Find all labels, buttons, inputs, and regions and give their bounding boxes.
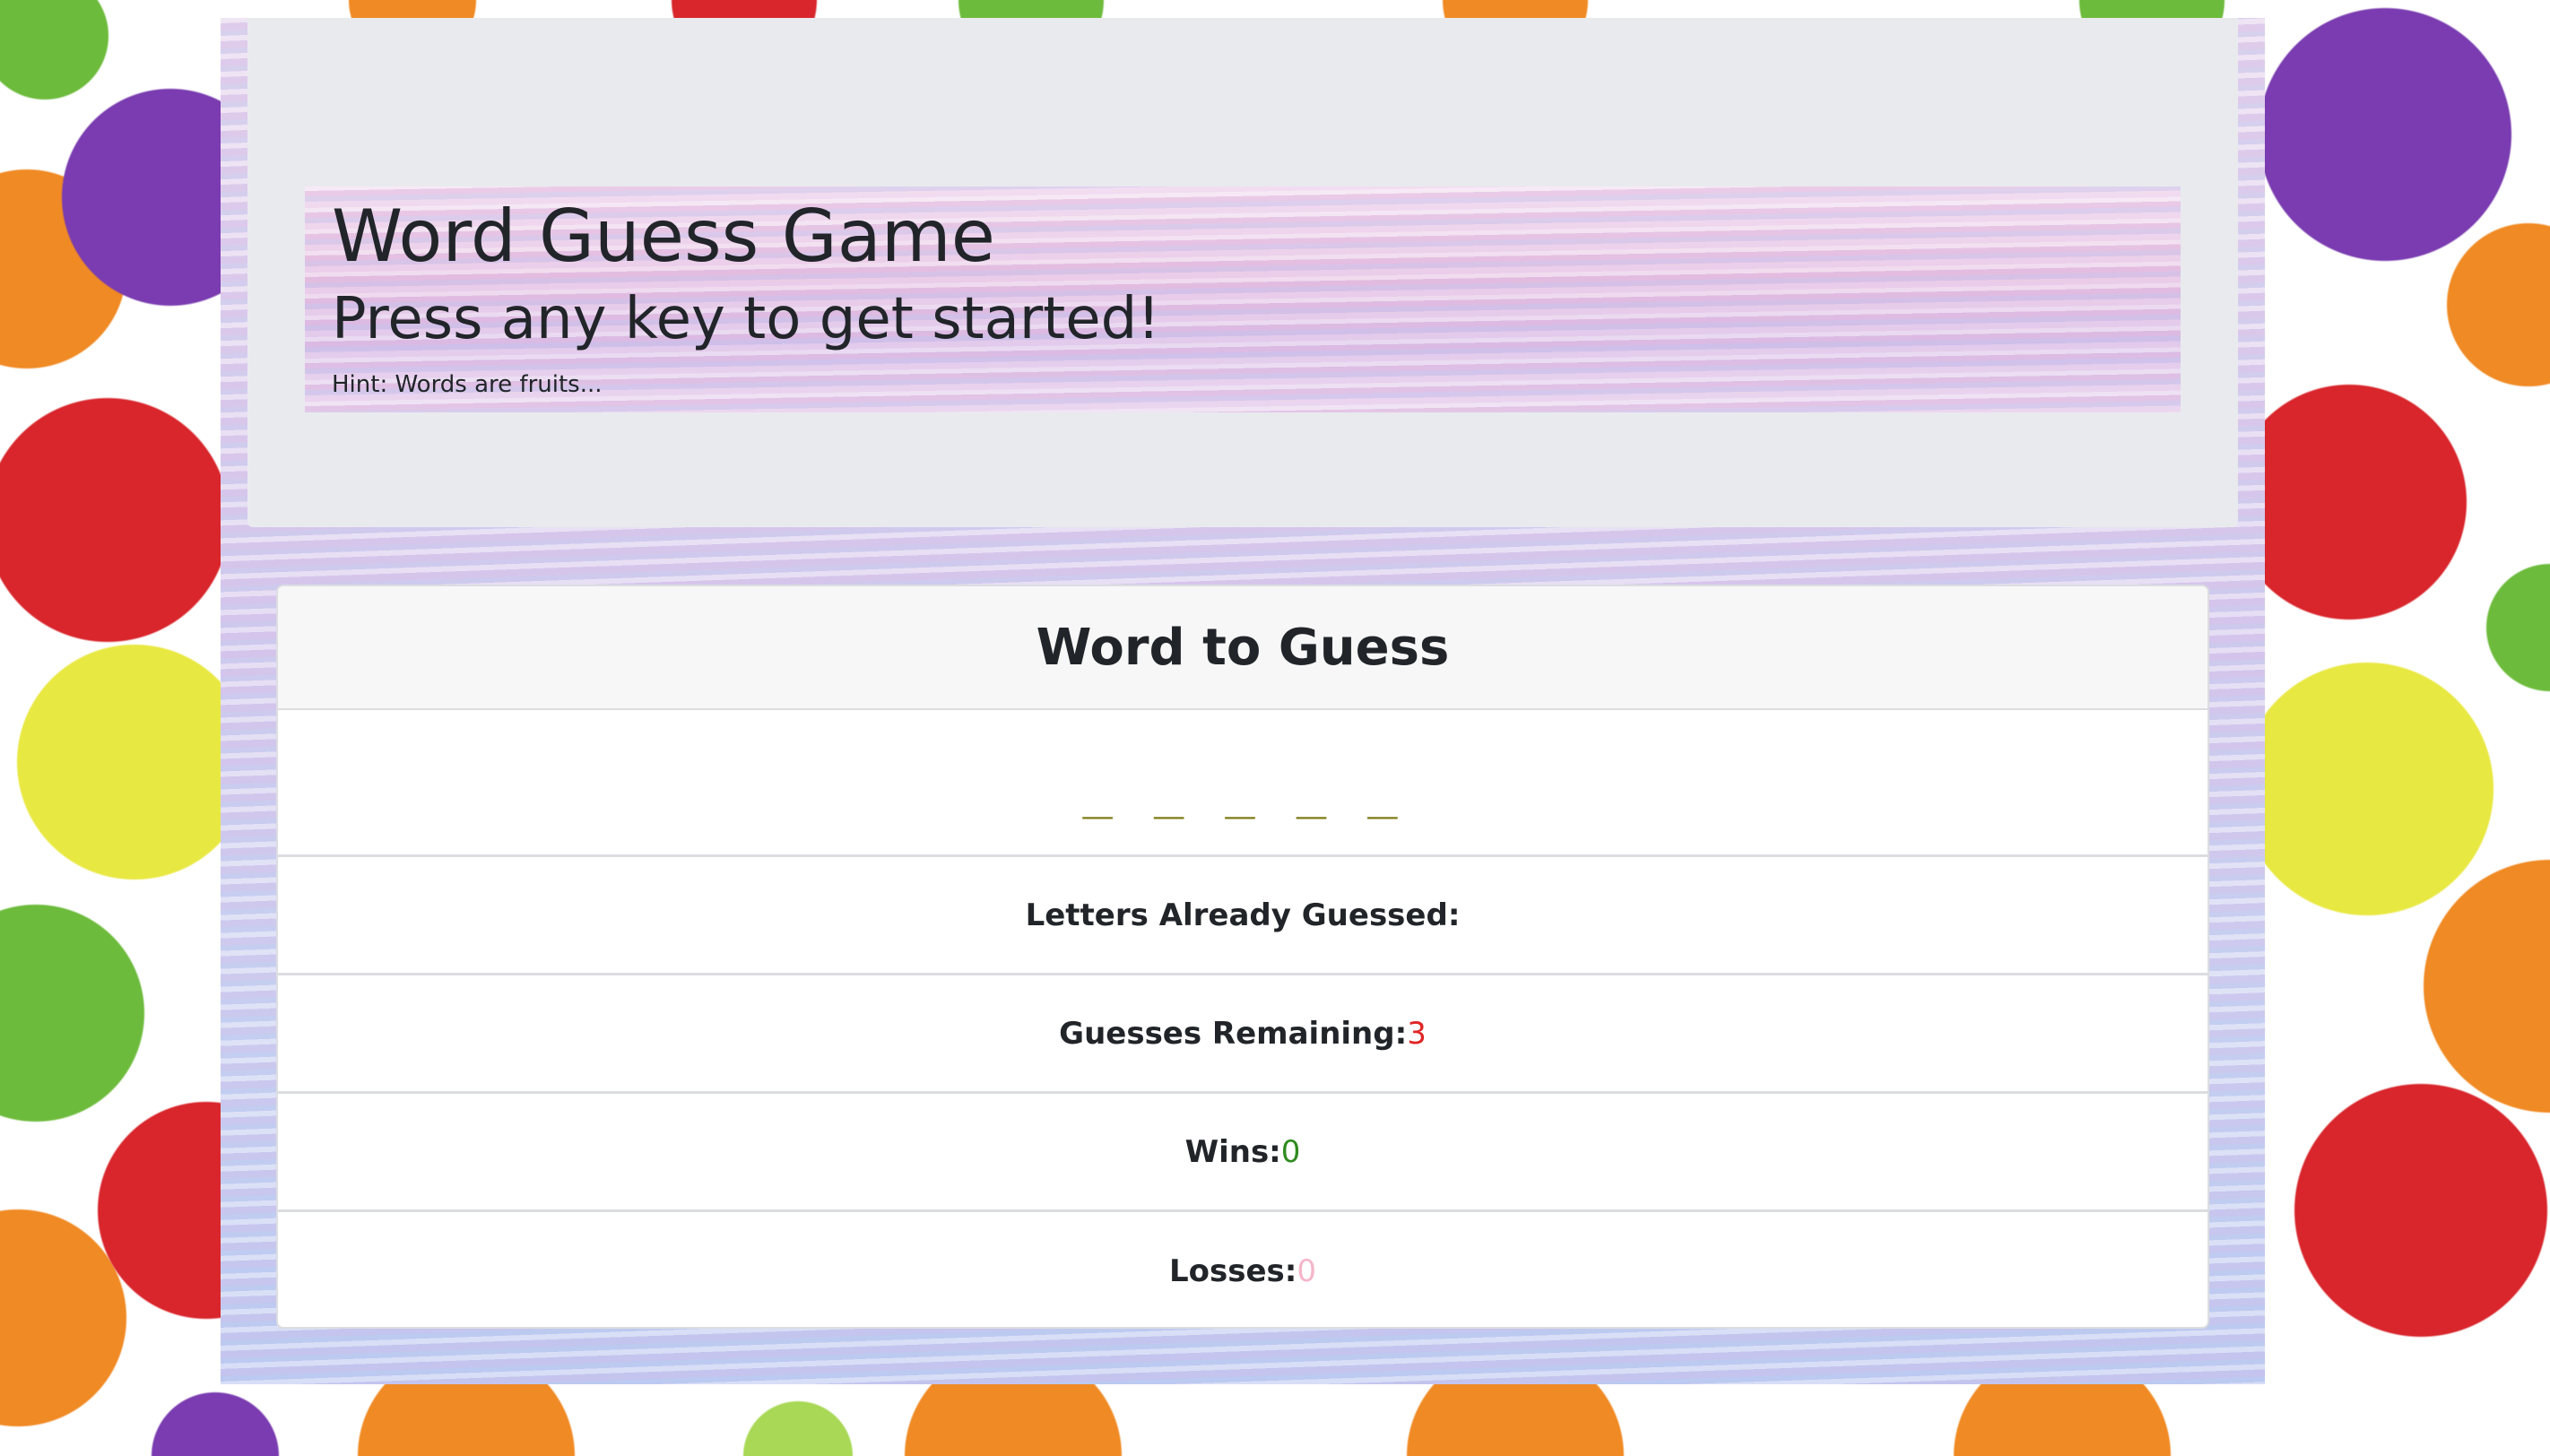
losses-value: 0	[1297, 1253, 1317, 1289]
guesses-remaining-label: Guesses Remaining:	[1059, 1015, 1408, 1052]
page-container: Word Guess Game Press any key to get sta…	[221, 18, 2265, 1384]
card-title: Word to Guess	[1036, 618, 1450, 677]
letters-guessed-label: Letters Already Guessed:	[1025, 897, 1461, 933]
wins-label: Wins:	[1184, 1133, 1281, 1170]
wins-row: Wins: 0	[278, 1094, 2207, 1212]
word-row: _ _ _ _ _	[278, 710, 2207, 857]
page-title: Word Guess Game	[332, 195, 995, 278]
losses-label: Losses:	[1168, 1253, 1297, 1289]
losses-row: Losses: 0	[278, 1212, 2207, 1327]
header-banner: Word Guess Game Press any key to get sta…	[305, 186, 2181, 412]
word-display: _ _ _ _ _	[1082, 761, 1403, 819]
hint-text: Hint: Words are fruits...	[332, 371, 603, 398]
guesses-remaining-value: 3	[1407, 1015, 1427, 1052]
game-card: Word to Guess _ _ _ _ _ Letters Already …	[276, 585, 2209, 1329]
jumbotron: Word Guess Game Press any key to get sta…	[247, 18, 2238, 527]
guesses-remaining-row: Guesses Remaining: 3	[278, 975, 2207, 1094]
card-header: Word to Guess	[278, 586, 2207, 710]
page-subtitle: Press any key to get started!	[332, 286, 1160, 352]
letters-guessed-row: Letters Already Guessed:	[278, 857, 2207, 975]
wins-value: 0	[1280, 1133, 1301, 1170]
